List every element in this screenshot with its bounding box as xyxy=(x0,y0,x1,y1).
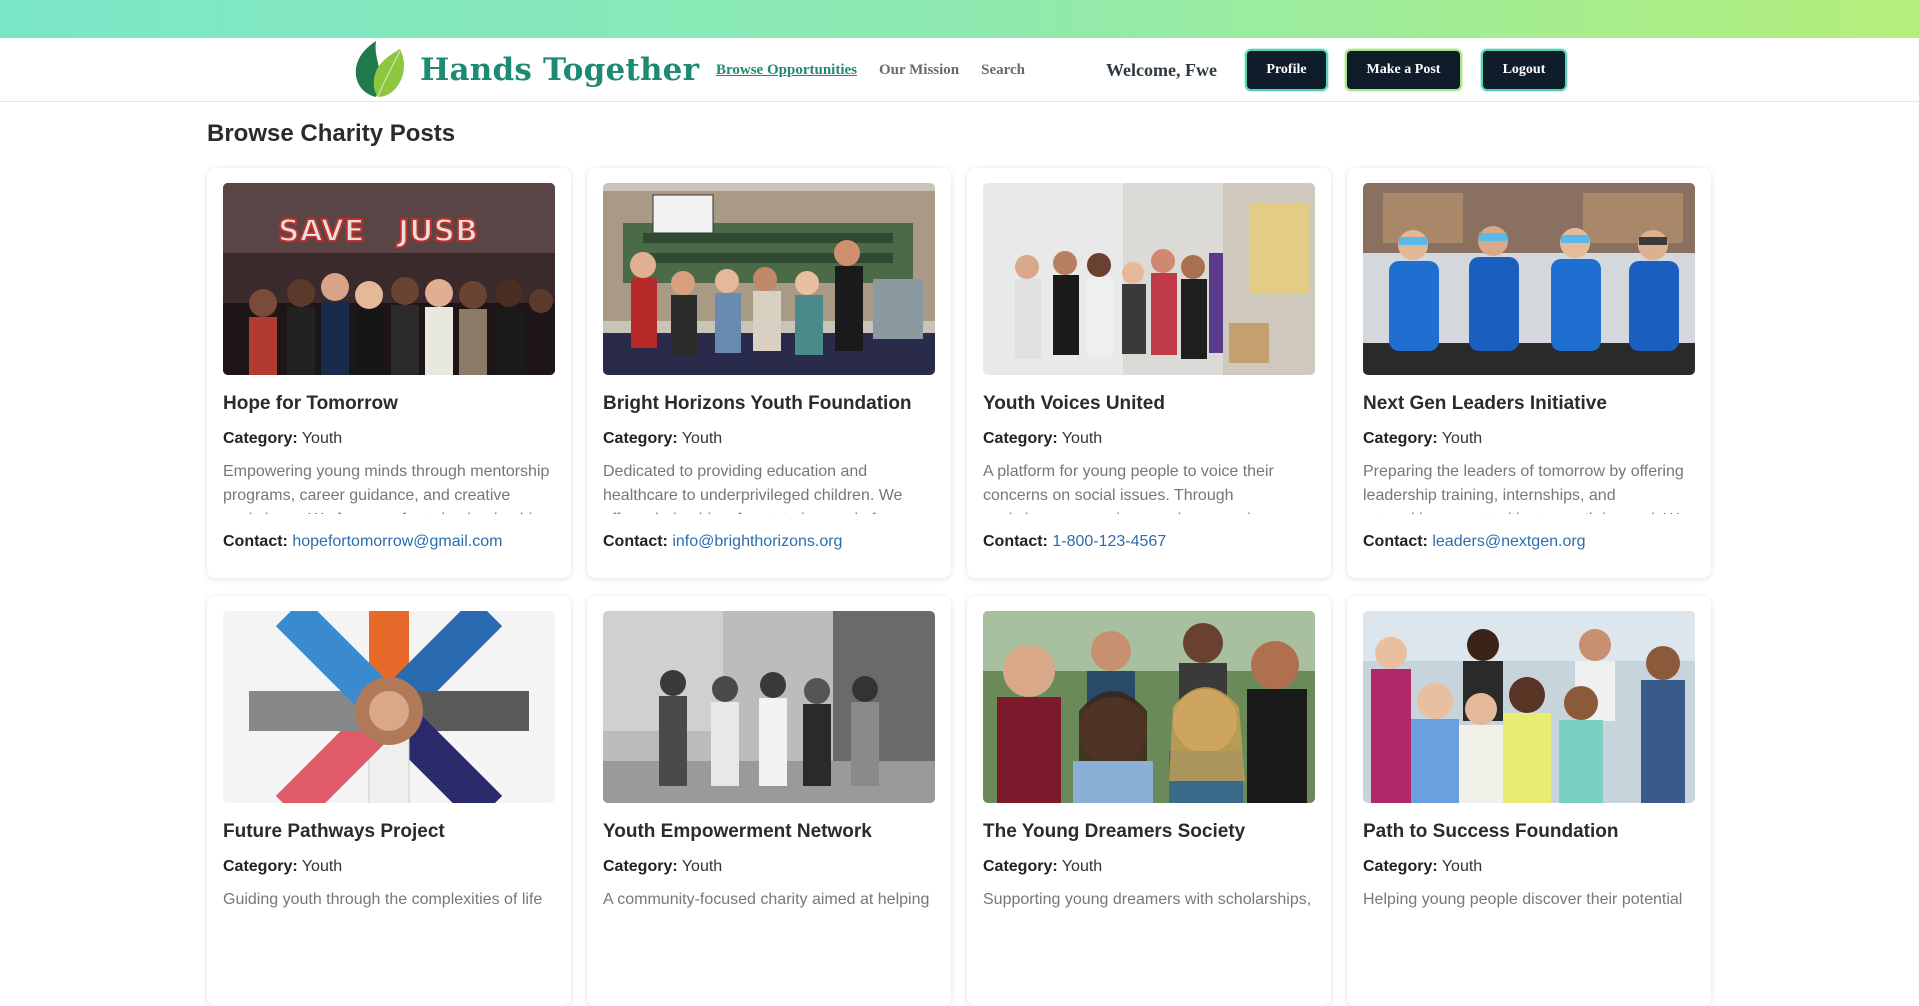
contact-label: Contact: xyxy=(983,533,1048,550)
make-post-button[interactable]: Make a Post xyxy=(1345,49,1462,91)
post-contact: Contact: 1-800-123-4567 xyxy=(983,533,1166,551)
post-description: Empowering young minds through mentorshi… xyxy=(223,463,550,514)
post-category: Category: Youth xyxy=(1363,858,1482,876)
navbar: Hands Together Browse Opportunities Our … xyxy=(0,38,1919,102)
category-value: Youth xyxy=(1441,430,1483,447)
post-category: Category: Youth xyxy=(983,858,1102,876)
svg-text:JUSB: JUSB xyxy=(396,214,478,249)
category-label: Category: xyxy=(1363,430,1438,447)
nav-links: Browse Opportunities Our Mission Search xyxy=(716,38,1047,102)
post-contact: Contact: hopefortomorrow@gmail.com xyxy=(223,533,502,551)
post-title[interactable]: Bright Horizons Youth Foundation xyxy=(603,393,943,415)
contact-label: Contact: xyxy=(223,533,288,550)
post-description: Dedicated to providing education and hea… xyxy=(603,463,903,514)
brand-name: Hands Together xyxy=(420,52,700,88)
post-category: Category: Youth xyxy=(983,430,1102,448)
category-value: Youth xyxy=(1061,858,1103,875)
post-card[interactable]: Future Pathways Project Category: Youth … xyxy=(207,596,571,1006)
post-card[interactable]: Youth Empowerment Network Category: Yout… xyxy=(587,596,951,1006)
post-contact: Contact: leaders@nextgen.org xyxy=(1363,533,1586,551)
post-category: Category: Youth xyxy=(223,858,342,876)
post-card[interactable]: Path to Success Foundation Category: You… xyxy=(1347,596,1711,1006)
category-label: Category: xyxy=(603,430,678,447)
post-card[interactable]: Bright Horizons Youth Foundation Categor… xyxy=(587,168,951,578)
post-image xyxy=(1363,611,1695,803)
category-label: Category: xyxy=(983,430,1058,447)
post-description: Helping young people discover their pote… xyxy=(1363,891,1683,908)
post-image xyxy=(983,611,1315,803)
post-title[interactable]: Youth Empowerment Network xyxy=(603,821,943,843)
logout-button[interactable]: Logout xyxy=(1481,49,1567,91)
post-title[interactable]: Future Pathways Project xyxy=(223,821,563,843)
post-title[interactable]: Next Gen Leaders Initiative xyxy=(1363,393,1703,415)
top-gradient-bar xyxy=(0,0,1919,38)
svg-text:SAVE: SAVE xyxy=(278,214,365,249)
post-title[interactable]: The Young Dreamers Society xyxy=(983,821,1323,843)
category-value: Youth xyxy=(1441,858,1483,875)
post-card[interactable]: Next Gen Leaders Initiative Category: Yo… xyxy=(1347,168,1711,578)
nav-browse-opportunities[interactable]: Browse Opportunities xyxy=(716,62,857,79)
page-title: Browse Charity Posts xyxy=(207,120,456,147)
category-value: Youth xyxy=(301,858,343,875)
post-card[interactable]: Youth Voices United Category: Youth A pl… xyxy=(967,168,1331,578)
post-card[interactable]: SAVE JUSB Hope for Tomorrow Category: Yo… xyxy=(207,168,571,578)
post-description: A community-focused charity aimed at hel… xyxy=(603,891,930,908)
post-card[interactable]: The Young Dreamers Society Category: You… xyxy=(967,596,1331,1006)
welcome-text: Welcome, Fwe xyxy=(1106,59,1217,80)
contact-value[interactable]: hopefortomorrow@gmail.com xyxy=(292,533,502,550)
contact-label: Contact: xyxy=(603,533,668,550)
post-category: Category: Youth xyxy=(1363,430,1482,448)
contact-label: Contact: xyxy=(1363,533,1428,550)
nav-our-mission[interactable]: Our Mission xyxy=(879,62,959,79)
post-title[interactable]: Youth Voices United xyxy=(983,393,1323,415)
post-image xyxy=(603,611,935,803)
category-label: Category: xyxy=(603,858,678,875)
post-description: Supporting young dreamers with scholarsh… xyxy=(983,891,1312,908)
contact-value[interactable]: 1-800-123-4567 xyxy=(1052,533,1166,550)
post-image xyxy=(223,611,555,803)
contact-value[interactable]: info@brighthorizons.org xyxy=(672,533,842,550)
category-label: Category: xyxy=(223,858,298,875)
category-label: Category: xyxy=(1363,858,1438,875)
post-title[interactable]: Hope for Tomorrow xyxy=(223,393,563,415)
category-value: Youth xyxy=(301,430,343,447)
category-label: Category: xyxy=(223,430,298,447)
post-title[interactable]: Path to Success Foundation xyxy=(1363,821,1703,843)
post-description: Preparing the leaders of tomorrow by off… xyxy=(1363,463,1687,514)
post-category: Category: Youth xyxy=(603,430,722,448)
category-value: Youth xyxy=(1061,430,1103,447)
category-label: Category: xyxy=(983,858,1058,875)
post-image xyxy=(1363,183,1695,375)
post-description: A platform for young people to voice the… xyxy=(983,463,1274,514)
category-value: Youth xyxy=(681,430,723,447)
category-value: Youth xyxy=(681,858,723,875)
post-image xyxy=(603,183,935,375)
post-description: Guiding youth through the complexities o… xyxy=(223,891,543,908)
profile-button[interactable]: Profile xyxy=(1245,49,1328,91)
post-category: Category: Youth xyxy=(223,430,342,448)
post-image: SAVE JUSB xyxy=(223,183,555,375)
leaf-logo-icon xyxy=(355,41,404,98)
contact-value[interactable]: leaders@nextgen.org xyxy=(1432,533,1585,550)
brand[interactable]: Hands Together xyxy=(352,40,699,100)
post-image xyxy=(983,183,1315,375)
post-contact: Contact: info@brighthorizons.org xyxy=(603,533,842,551)
post-category: Category: Youth xyxy=(603,858,722,876)
nav-search[interactable]: Search xyxy=(981,62,1025,79)
